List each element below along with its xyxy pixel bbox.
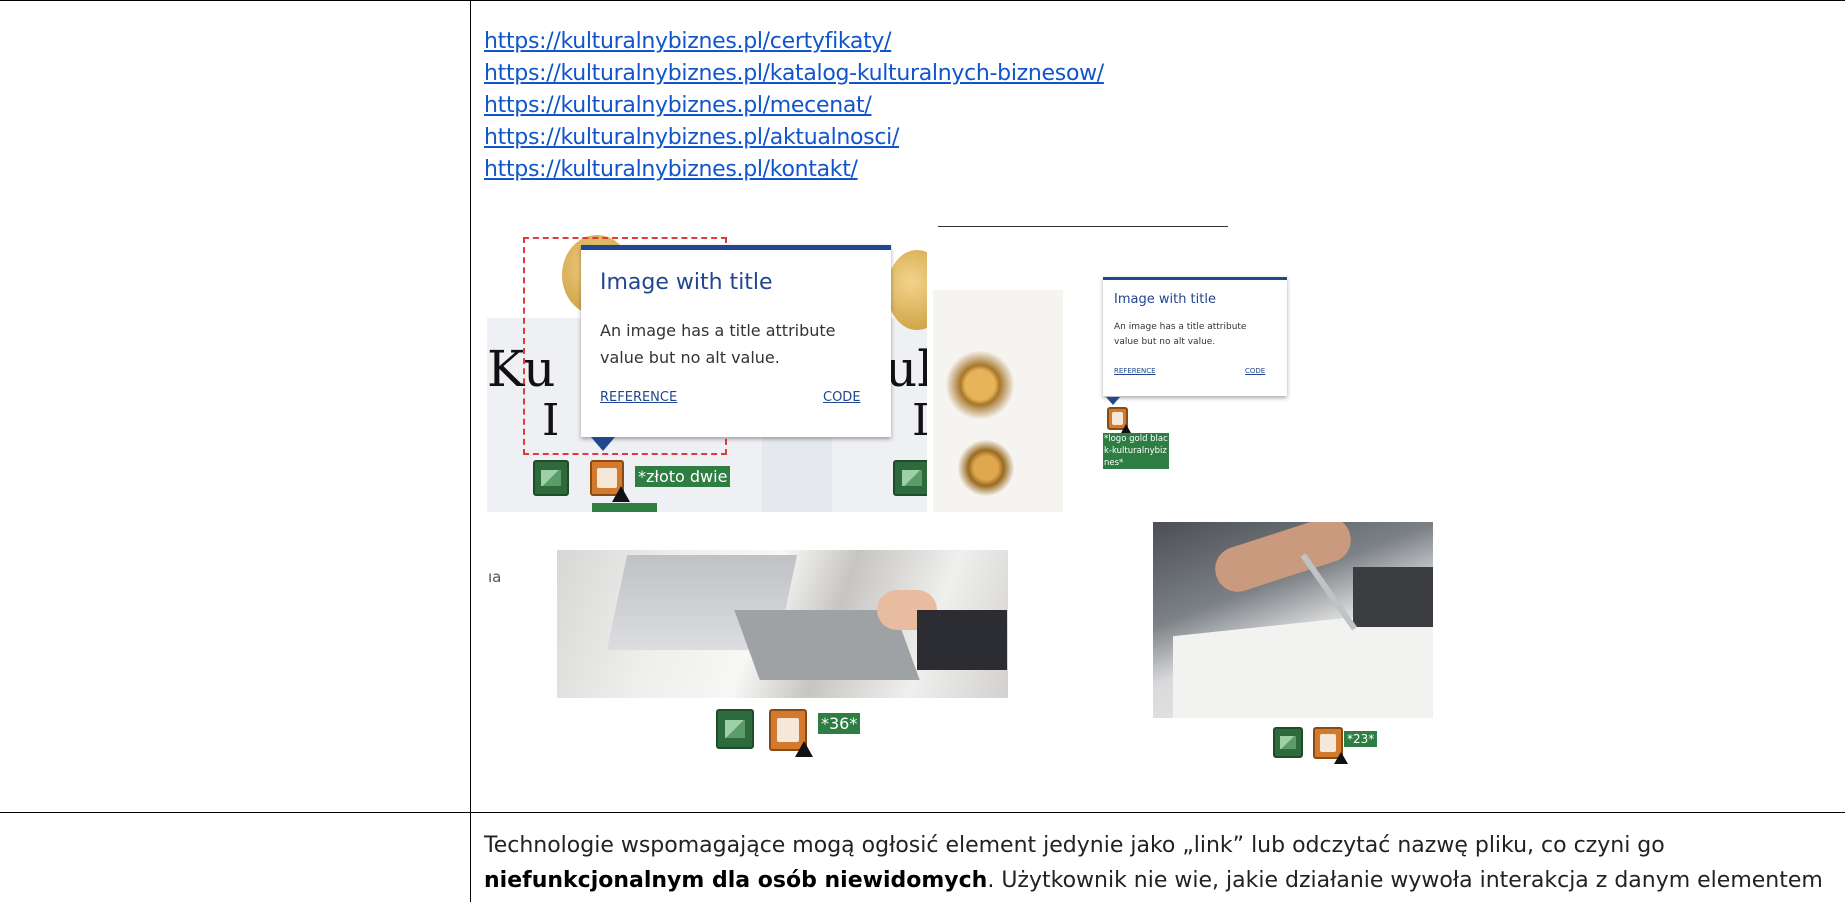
link-list: https://kulturalnybiznes.pl/certyfikaty/… (484, 26, 1104, 186)
tooltip-description: An image has a title attribute value but… (600, 321, 836, 367)
jewelry-gold-2 (958, 440, 1014, 496)
alt-text-tag-small: *logo gold black-kulturalnybiznes* (1103, 433, 1169, 469)
jewelry-photo (933, 290, 1063, 512)
link-katalog[interactable]: https://kulturalnybiznes.pl/katalog-kult… (484, 58, 1104, 90)
alt-text-tag-meeting: *36* (818, 713, 861, 734)
image-icon (533, 460, 569, 496)
title-warning-icon (590, 460, 630, 502)
link-kontakt[interactable]: https://kulturalnybiznes.pl/kontakt/ (484, 154, 1104, 186)
logo-text-right-2: I (912, 395, 927, 446)
title-warning-icon-meeting (769, 709, 813, 757)
paragraph-text-1: Technologie wspomagające mogą ogłosić el… (484, 833, 1665, 858)
alt-text-tag: *złoto dwie (635, 466, 731, 487)
warning-triangle-icon-pen (1334, 752, 1348, 764)
logo-text-right: ul (885, 340, 927, 398)
pen-photo (1153, 522, 1433, 718)
table-top-border (0, 0, 1845, 1)
sleeve (917, 610, 1007, 670)
description-paragraph: Technologie wspomagające mogą ogłosić el… (484, 828, 1824, 898)
link-mecenat[interactable]: https://kulturalnybiznes.pl/mecenat/ (484, 90, 1104, 122)
paragraph-bold: niefunkcjonalnym dla osób niewidomych (484, 868, 988, 893)
divider-line (938, 226, 1228, 227)
warning-triangle-icon-meeting (795, 741, 813, 757)
table-row-divider (0, 812, 1845, 813)
title-warning-icon-pen (1313, 727, 1348, 764)
tag-fragment (592, 503, 657, 512)
warning-triangle-icon-small (1121, 424, 1131, 433)
tooltip-code-link[interactable]: CODE (823, 390, 861, 405)
image-icon-pen (1273, 727, 1303, 758)
image-icon-right (893, 460, 927, 496)
tooltip-pointer (591, 437, 615, 451)
table-column-divider (470, 0, 471, 902)
warning-triangle-icon (612, 486, 630, 502)
tooltip-small-description: An image has a title attribute value but… (1114, 322, 1247, 347)
paragraph-text-2: . Użytkownik nie wie, jakie działanie wy… (987, 868, 1823, 893)
tooltip-small-pointer (1106, 397, 1120, 405)
tooltip-small-title: Image with title (1114, 292, 1216, 307)
tooltip-large: Image with title An image has a title at… (581, 245, 891, 451)
screenshot-large: Ku I ul I Image with title An image has … (487, 190, 927, 512)
tooltip-small-reference-link[interactable]: REFERENCE (1114, 367, 1156, 375)
tooltip-small-code-link[interactable]: CODE (1245, 367, 1265, 375)
alt-text-tag-pen: *23* (1344, 731, 1378, 747)
tooltip-small: Image with title An image has a title at… (1103, 277, 1287, 405)
image-icon-meeting (716, 709, 754, 749)
link-certyfikaty[interactable]: https://kulturalnybiznes.pl/certyfikaty/ (484, 26, 1104, 58)
title-warning-icon-small (1107, 407, 1131, 433)
link-aktualnosci[interactable]: https://kulturalnybiznes.pl/aktualnosci/ (484, 122, 1104, 154)
jewelry-gold-1 (945, 350, 1015, 420)
tooltip-reference-link[interactable]: REFERENCE (600, 390, 677, 405)
tooltip-title: Image with title (600, 270, 773, 295)
meeting-photo (557, 550, 1008, 698)
hand-holding-pen (1209, 522, 1357, 598)
clipboard (1353, 567, 1433, 627)
side-text: ıa (488, 568, 502, 586)
